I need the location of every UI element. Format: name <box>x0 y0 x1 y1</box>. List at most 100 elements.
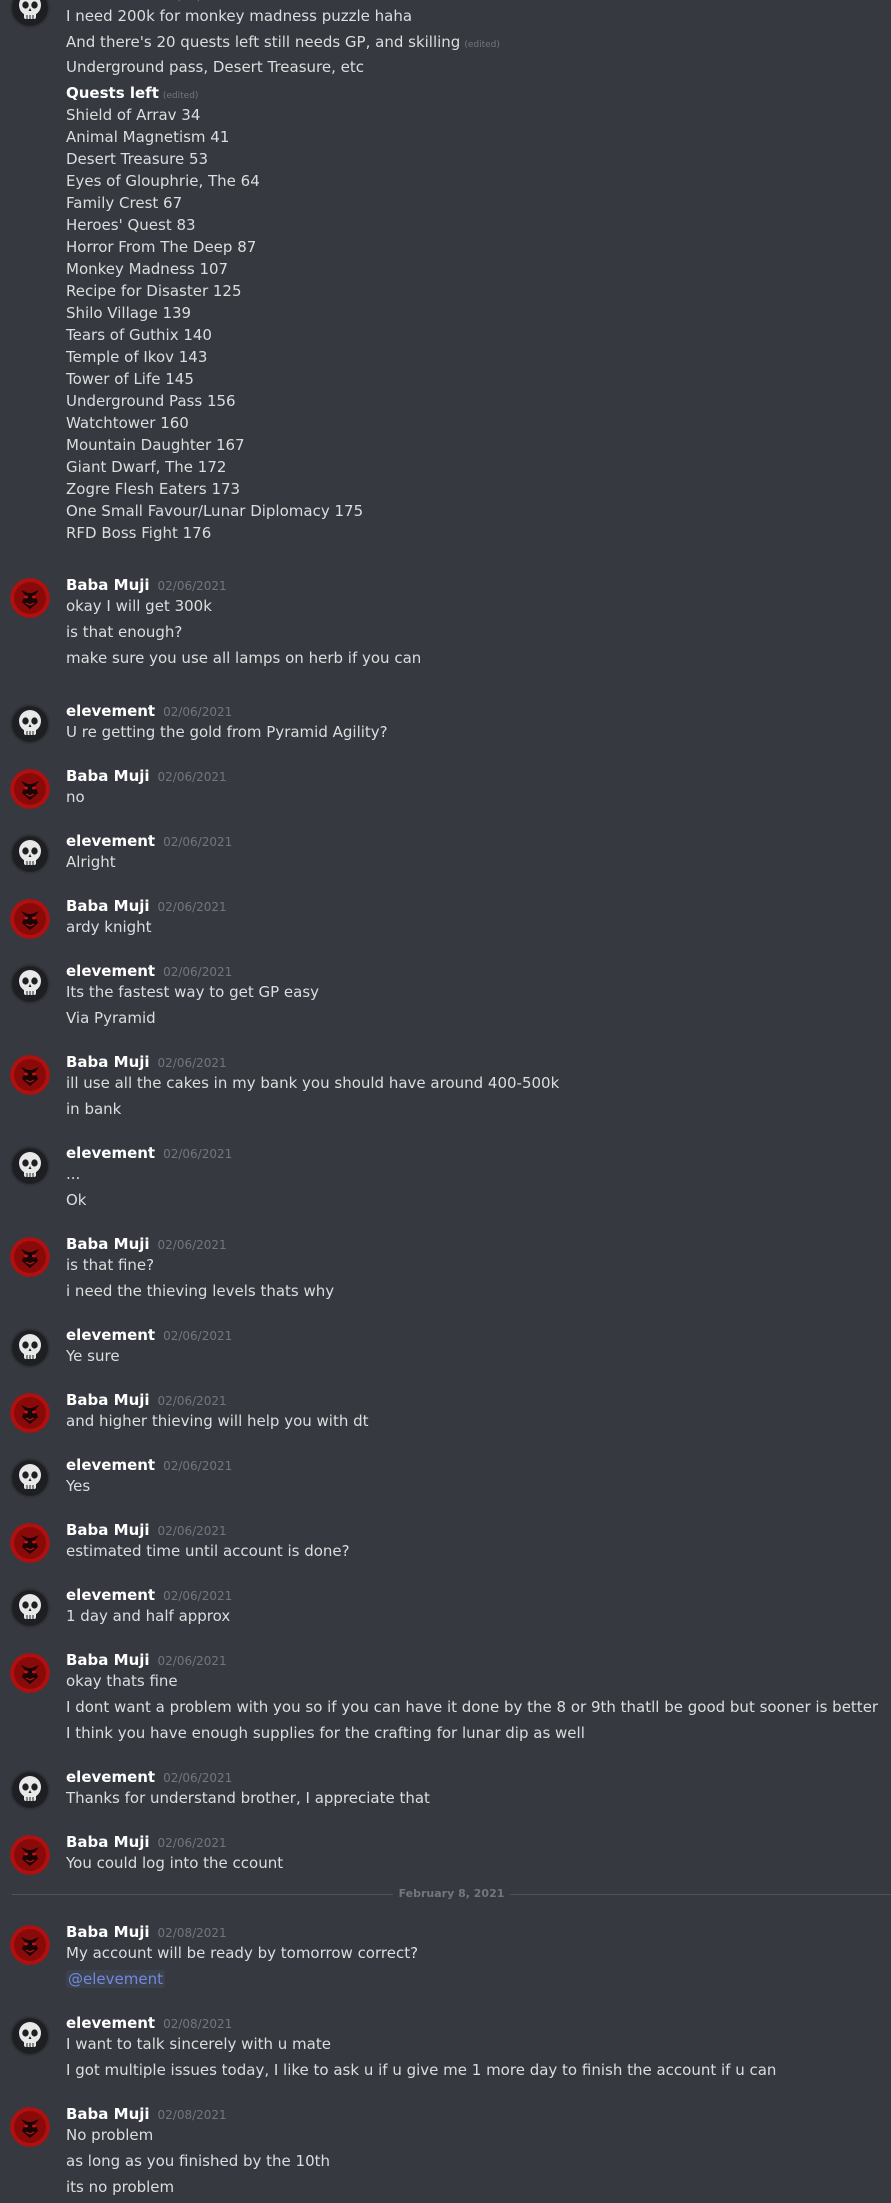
red-mask-avatar-icon[interactable] <box>10 1835 50 1875</box>
username[interactable]: Baba Muji <box>66 897 150 915</box>
timestamp: 02/06/2021 <box>157 1524 227 1538</box>
message-text-content: My account will be ready by tomorrow cor… <box>66 1944 419 1962</box>
skull-avatar-icon[interactable] <box>10 2016 50 2056</box>
user-mention[interactable]: @elevement <box>66 1970 165 1988</box>
message-text-content: okay I will get 300k <box>66 597 212 615</box>
username[interactable]: elevement <box>66 1326 155 1344</box>
message-text-content: Desert Treasure 53 <box>66 150 209 168</box>
timestamp: 02/06/2021 <box>163 705 233 719</box>
message-text-content: Watchtower 160 <box>66 414 189 432</box>
red-mask-avatar-icon[interactable] <box>10 2107 50 2147</box>
red-mask-avatar-icon[interactable] <box>10 1523 50 1563</box>
message-text: U re getting the gold from Pyramid Agili… <box>66 722 388 742</box>
username[interactable]: Baba Muji <box>66 1235 150 1253</box>
message-text: Desert Treasure 53 <box>66 149 208 169</box>
timestamp: 02/08/2021 <box>157 2108 227 2122</box>
message-header: Baba Muji 02/06/2021 <box>66 1235 227 1255</box>
message-text: Tears of Guthix 140 <box>66 325 212 345</box>
message-text-content: ill use all the cakes in my bank you sho… <box>66 1074 560 1092</box>
username[interactable]: Baba Muji <box>66 1651 150 1669</box>
message-text-content: Quests left <box>66 84 159 102</box>
message-text: No problem <box>66 2125 153 2145</box>
red-mask-avatar-icon[interactable] <box>10 1393 50 1433</box>
username[interactable]: elevement <box>66 1456 155 1474</box>
date-divider-label: February 8, 2021 <box>392 1887 511 1900</box>
message-header: Baba Muji 02/06/2021 <box>66 1833 227 1853</box>
username[interactable]: elevement <box>66 1768 155 1786</box>
username[interactable]: elevement <box>66 702 155 720</box>
message-header: Baba Muji 02/06/2021 <box>66 576 227 596</box>
username[interactable]: elevement <box>66 2014 155 2032</box>
message-text-content: Tears of Guthix 140 <box>66 326 212 344</box>
message-text: Ok <box>66 1190 87 1210</box>
message-header: Baba Muji 02/08/2021 <box>66 1923 227 1943</box>
username[interactable]: elevement <box>66 1586 155 1604</box>
skull-avatar-icon[interactable] <box>10 1328 50 1368</box>
timestamp: 02/06/2021 <box>163 835 233 849</box>
skull-avatar-icon[interactable] <box>10 0 50 28</box>
edited-tag: (edited) <box>162 91 199 101</box>
message-text-content: is that fine? <box>66 1256 155 1274</box>
username[interactable]: elevement <box>66 0 155 4</box>
timestamp: 02/08/2021 <box>157 1926 227 1940</box>
message-text-content: Yes <box>66 1477 91 1495</box>
username[interactable]: elevement <box>66 832 155 850</box>
message-text-content: I think you have enough supplies for the… <box>66 1724 585 1742</box>
message-text: Zogre Flesh Eaters 173 <box>66 479 240 499</box>
username[interactable]: Baba Muji <box>66 576 150 594</box>
message-text: okay thats fine <box>66 1671 178 1691</box>
red-mask-avatar-icon[interactable] <box>10 578 50 618</box>
message-text-content: Its the fastest way to get GP easy <box>66 983 320 1001</box>
skull-avatar-icon[interactable] <box>10 1146 50 1186</box>
message-text: Shield of Arrav 34 <box>66 105 200 125</box>
message-text-content: Via Pyramid <box>66 1009 156 1027</box>
skull-avatar-icon[interactable] <box>10 704 50 744</box>
message-text-content: I got multiple issues today, I like to a… <box>66 2061 777 2079</box>
skull-avatar-icon[interactable] <box>10 834 50 874</box>
red-mask-avatar-icon[interactable] <box>10 1237 50 1277</box>
message-text-content: Horror From The Deep 87 <box>66 238 257 256</box>
username[interactable]: elevement <box>66 962 155 980</box>
message-text: Mountain Daughter 167 <box>66 435 245 455</box>
message-text: I think you have enough supplies for the… <box>66 1723 585 1743</box>
message-text: Horror From The Deep 87 <box>66 237 256 257</box>
timestamp: 02/06/2021 <box>157 1654 227 1668</box>
message-text-content: I want to talk sincerely with u mate <box>66 2035 331 2053</box>
message-heading: Quests left (edited) <box>66 83 198 106</box>
message-text-content: U re getting the gold from Pyramid Agili… <box>66 723 388 741</box>
username[interactable]: elevement <box>66 1144 155 1162</box>
message-text: Via Pyramid <box>66 1008 156 1028</box>
username[interactable]: Baba Muji <box>66 1833 150 1851</box>
skull-avatar-icon[interactable] <box>10 964 50 1004</box>
message-text-content: You could log into the ccount <box>66 1854 284 1872</box>
red-mask-avatar-icon[interactable] <box>10 1055 50 1095</box>
message-text: Temple of Ikov 143 <box>66 347 207 367</box>
message-text: ardy knight <box>66 917 152 937</box>
red-mask-avatar-icon[interactable] <box>10 899 50 939</box>
username[interactable]: Baba Muji <box>66 2105 150 2123</box>
message-text-content: Ye sure <box>66 1347 120 1365</box>
message-text-content: Alright <box>66 853 116 871</box>
username[interactable]: Baba Muji <box>66 1923 150 1941</box>
message-text-content: ardy knight <box>66 918 152 936</box>
skull-avatar-icon[interactable] <box>10 1458 50 1498</box>
username[interactable]: Baba Muji <box>66 1391 150 1409</box>
skull-avatar-icon[interactable] <box>10 1770 50 1810</box>
timestamp: 02/06/2021 <box>157 1056 227 1070</box>
message-header: elevement 02/08/2021 <box>66 2014 232 2034</box>
message-text: Thanks for understand brother, I appreci… <box>66 1788 430 1808</box>
red-mask-avatar-icon[interactable] <box>10 1925 50 1965</box>
message-text: Eyes of Glouphrie, The 64 <box>66 171 260 191</box>
red-mask-avatar-icon[interactable] <box>10 769 50 809</box>
timestamp: 02/06/2021 <box>163 1589 233 1603</box>
username[interactable]: Baba Muji <box>66 1053 150 1071</box>
message-header: elevement 02/06/2021 <box>66 702 232 722</box>
skull-avatar-icon[interactable] <box>10 1588 50 1628</box>
username[interactable]: Baba Muji <box>66 1521 150 1539</box>
username[interactable]: Baba Muji <box>66 767 150 785</box>
red-mask-avatar-icon[interactable] <box>10 1653 50 1693</box>
message-text: Heroes' Quest 83 <box>66 215 196 235</box>
message-text: Animal Magnetism 41 <box>66 127 229 147</box>
message-text-content: in bank <box>66 1100 122 1118</box>
timestamp: 02/06/2021 <box>163 1771 233 1785</box>
